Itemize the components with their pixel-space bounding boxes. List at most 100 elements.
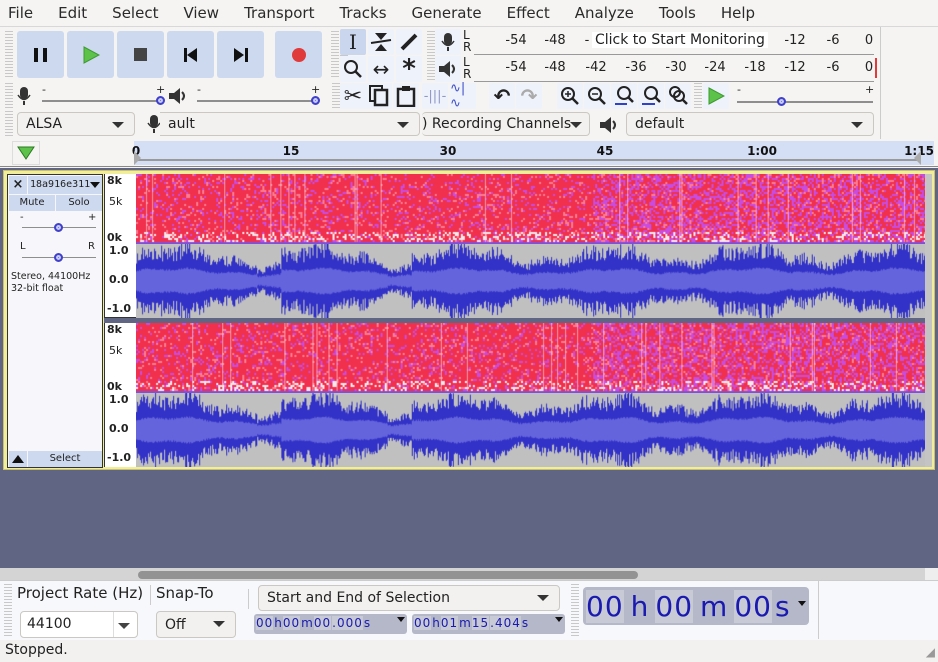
paste-button[interactable] bbox=[393, 83, 419, 109]
record-meter-button[interactable] bbox=[435, 29, 461, 55]
play-button[interactable] bbox=[67, 31, 114, 78]
cut-button[interactable]: ✂ bbox=[340, 83, 366, 109]
collapse-track-button[interactable] bbox=[9, 451, 27, 467]
solo-button[interactable]: Solo bbox=[56, 195, 102, 211]
chevron-down-icon[interactable] bbox=[118, 623, 130, 629]
selection-toolbar-grip[interactable] bbox=[4, 584, 12, 638]
divider bbox=[248, 589, 249, 609]
track-area: × 18a916e311 Mute Solo - + L R Stereo, 4… bbox=[0, 168, 938, 568]
skip-to-start-button[interactable] bbox=[167, 31, 214, 78]
time-shift-tool-button[interactable]: ↔ bbox=[368, 56, 394, 82]
silence-audio-button[interactable]: ∿|∿ bbox=[450, 81, 476, 111]
waveform-left[interactable] bbox=[136, 244, 927, 318]
timeline-options-button[interactable] bbox=[12, 141, 40, 165]
menu-tracks[interactable]: Tracks bbox=[339, 4, 386, 22]
scale-label: 0.0 bbox=[109, 273, 129, 286]
snap-to-select[interactable]: Off bbox=[156, 611, 236, 638]
waveform-scale[interactable]: 1.0 0.0 -1.0 bbox=[104, 244, 136, 318]
trim-audio-button[interactable]: -|||- bbox=[422, 83, 448, 109]
playback-device-select[interactable]: default bbox=[626, 112, 874, 136]
project-rate-input[interactable]: 44100 bbox=[20, 611, 138, 638]
chevron-down-icon[interactable] bbox=[555, 617, 563, 622]
audio-position-time[interactable]: 00 h 00 m 00 s bbox=[583, 587, 809, 625]
play-at-speed-button[interactable] bbox=[703, 83, 729, 109]
device-toolbar-grip[interactable] bbox=[5, 111, 13, 137]
menu-analyze[interactable]: Analyze bbox=[575, 4, 634, 22]
recording-device-select[interactable]: ault bbox=[160, 112, 420, 136]
start-monitoring-prompt[interactable]: Click to Start Monitoring bbox=[592, 32, 768, 48]
menu-edit[interactable]: Edit bbox=[58, 4, 87, 22]
mixer-toolbar-grip[interactable] bbox=[5, 83, 13, 109]
draw-tool-button[interactable] bbox=[396, 29, 422, 55]
transport-toolbar-grip[interactable] bbox=[5, 31, 13, 79]
menu-transport[interactable]: Transport bbox=[244, 4, 314, 22]
gain-knob[interactable] bbox=[54, 223, 63, 232]
selection-start-time[interactable]: 00h00m00.000s bbox=[254, 614, 407, 634]
spectrogram-scale[interactable]: 8k 5k 0k bbox=[104, 174, 136, 244]
spectrogram-left[interactable] bbox=[136, 174, 927, 244]
playback-volume-slider[interactable] bbox=[197, 100, 315, 102]
mute-button[interactable]: Mute bbox=[9, 195, 55, 211]
zoom-in-button[interactable] bbox=[557, 83, 583, 109]
playback-speed-knob[interactable] bbox=[777, 97, 786, 106]
spectrogram-scale[interactable]: 8k 5k 0k bbox=[104, 323, 136, 393]
playback-volume-knob[interactable] bbox=[311, 96, 320, 105]
play-region-bar[interactable] bbox=[134, 159, 920, 161]
recording-channels-select[interactable]: ) Recording Channels bbox=[422, 112, 590, 136]
redo-button[interactable]: ↷ bbox=[516, 83, 542, 109]
skip-to-end-button[interactable] bbox=[217, 31, 264, 78]
fit-selection-button[interactable] bbox=[611, 83, 637, 109]
meter-toolbar-grip[interactable] bbox=[427, 31, 435, 81]
pause-button[interactable] bbox=[17, 31, 64, 78]
select-track-button[interactable]: Select bbox=[28, 451, 102, 467]
undo-button[interactable]: ↶ bbox=[489, 83, 515, 109]
menu-tools[interactable]: Tools bbox=[659, 4, 696, 22]
clipboard-icon bbox=[396, 86, 416, 107]
playback-meter[interactable]: -54 -48 -42 -36 -30 -24 -18 -12 -6 0 bbox=[474, 56, 877, 82]
waveform-right[interactable] bbox=[136, 393, 927, 467]
menu-view[interactable]: View bbox=[183, 4, 219, 22]
menu-select[interactable]: Select bbox=[112, 4, 158, 22]
audio-host-select[interactable]: ALSA bbox=[17, 112, 135, 136]
resize-grip-icon[interactable]: ◢ bbox=[926, 645, 935, 659]
zoom-toggle-button[interactable] bbox=[665, 83, 691, 109]
ruler-band[interactable] bbox=[134, 141, 934, 165]
close-track-button[interactable]: × bbox=[9, 176, 27, 194]
record-volume-slider[interactable] bbox=[42, 100, 160, 102]
menu-effect[interactable]: Effect bbox=[507, 4, 550, 22]
selection-mode-select[interactable]: Start and End of Selection bbox=[258, 585, 560, 611]
zoom-tool-button[interactable] bbox=[340, 56, 366, 82]
play-region-start-handle[interactable] bbox=[134, 151, 142, 165]
time-toolbar-grip[interactable] bbox=[571, 584, 579, 638]
scrollbar-thumb[interactable] bbox=[138, 571, 638, 579]
zoom-out-button[interactable] bbox=[584, 83, 610, 109]
record-meter[interactable]: -54 -48 - Click to Start Monitoring -12 … bbox=[474, 29, 874, 55]
track-name-menu[interactable]: 18a916e311 bbox=[28, 176, 102, 194]
play-at-speed-grip[interactable] bbox=[694, 83, 702, 109]
multi-tool-button[interactable]: * bbox=[396, 54, 422, 84]
playback-meter-button[interactable] bbox=[435, 56, 461, 82]
chevron-down-icon[interactable] bbox=[798, 601, 806, 606]
audio-track[interactable]: × 18a916e311 Mute Solo - + L R Stereo, 4… bbox=[3, 170, 935, 470]
menu-help[interactable]: Help bbox=[721, 4, 755, 22]
record-button[interactable] bbox=[275, 31, 322, 78]
record-volume-knob[interactable] bbox=[156, 96, 165, 105]
copy-button[interactable] bbox=[366, 83, 392, 109]
timeline-ruler[interactable]: 0 15 30 45 1:00 1:15 bbox=[0, 139, 938, 167]
playback-speed-slider[interactable] bbox=[737, 101, 873, 103]
selection-end-time[interactable]: 00h01m15.404s bbox=[412, 614, 565, 634]
selection-tool-button[interactable]: I bbox=[340, 29, 366, 55]
waveform-scale[interactable]: 1.0 0.0 -1.0 bbox=[104, 393, 136, 467]
menu-generate[interactable]: Generate bbox=[412, 4, 482, 22]
edit-toolbar-grip[interactable] bbox=[332, 83, 340, 109]
menu-file[interactable]: File bbox=[8, 4, 33, 22]
stop-button[interactable] bbox=[117, 31, 164, 78]
horizontal-scrollbar[interactable] bbox=[0, 568, 938, 580]
chevron-down-icon[interactable] bbox=[397, 617, 405, 622]
pan-knob[interactable] bbox=[54, 253, 63, 262]
envelope-tool-button[interactable] bbox=[368, 29, 394, 55]
fit-project-button[interactable] bbox=[638, 83, 664, 109]
clip-indicator[interactable] bbox=[875, 58, 877, 78]
spectrogram-right[interactable] bbox=[136, 323, 927, 393]
play-region-end-handle[interactable] bbox=[914, 151, 922, 165]
